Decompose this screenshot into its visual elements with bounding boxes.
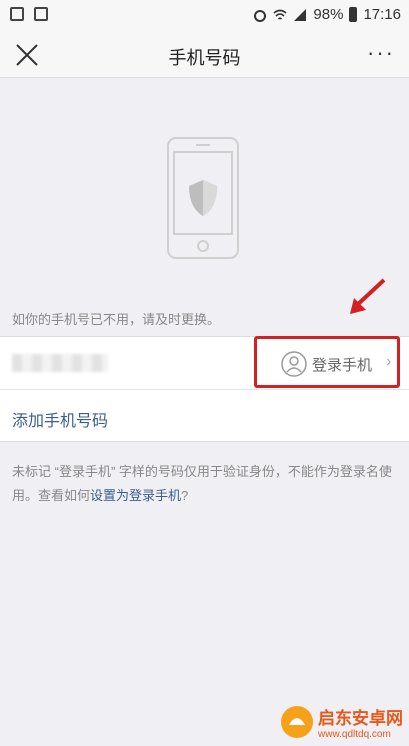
replace-hint: 如你的手机号已不用，请及时更换。: [12, 312, 221, 327]
watermark-url: www.qdltdq.com: [318, 729, 391, 740]
watermark-text: 启东安卓网 www.qdltdq.com: [318, 704, 403, 740]
battery-icon: [349, 7, 358, 22]
battery-percent: 98%: [313, 6, 344, 23]
page-title: 手机号码: [168, 48, 241, 68]
phone-shield-illustration: [167, 137, 239, 259]
more-menu-icon[interactable]: ···: [367, 40, 395, 66]
phone-number-row[interactable]: 登录手机 ›: [0, 336, 409, 390]
watermark-name: 启东安卓网: [318, 709, 403, 728]
status-bar: 98% 17:16: [0, 0, 409, 32]
wifi-icon: [273, 9, 287, 20]
add-phone-row[interactable]: 添加手机号码: [0, 390, 409, 443]
status-left-icons: [10, 7, 48, 21]
note-text: 未标记 “登录手机” 字样的号码仅用于验证身份，不能作为登录名使用。查看如何: [12, 464, 392, 503]
user-icon: [281, 351, 307, 377]
note-end: ?: [181, 488, 189, 503]
masked-phone-number: [12, 354, 108, 372]
status-right: 98% 17:16: [253, 6, 401, 23]
set-login-phone-link[interactable]: 设置为登录手机: [90, 488, 181, 503]
add-phone-link[interactable]: 添加手机号码: [12, 407, 108, 431]
status-time: 17:16: [363, 6, 401, 23]
login-phone-note: 未标记 “登录手机” 字样的号码仅用于验证身份，不能作为登录名使用。查看如何设置…: [12, 460, 402, 508]
alarm-icon: [254, 9, 267, 22]
site-watermark: 启东安卓网 www.qdltdq.com: [280, 704, 403, 740]
nav-bar: 手机号码 ···: [0, 32, 409, 78]
phone-list: 登录手机 › 添加手机号码: [0, 336, 409, 442]
chevron-right-icon: ›: [386, 353, 392, 370]
signal-icon: [294, 8, 307, 21]
red-arrow-annotation: [346, 276, 388, 318]
gallery-icon: [10, 7, 24, 21]
login-phone-label: 登录手机: [312, 357, 373, 374]
watermark-logo-icon: [281, 706, 313, 738]
checkbox-icon: [34, 7, 48, 21]
